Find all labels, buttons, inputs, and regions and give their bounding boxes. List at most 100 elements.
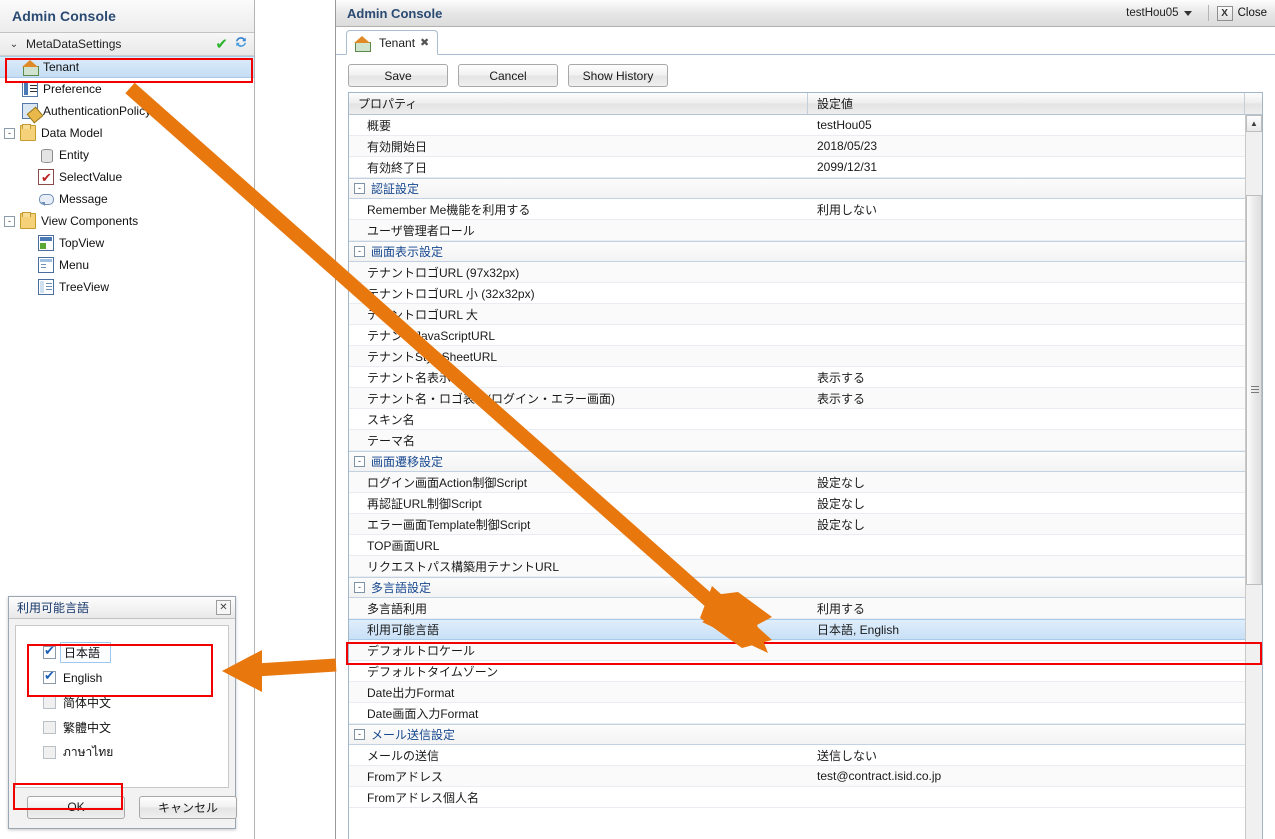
group-collapse-icon[interactable]: -: [354, 729, 365, 740]
grid-row[interactable]: Fromアドレス個人名: [349, 787, 1262, 808]
toolbar: Save Cancel Show History: [336, 55, 1275, 95]
sidebar-item-entity[interactable]: Entity: [0, 144, 254, 166]
show-history-button[interactable]: Show History: [568, 64, 668, 87]
tab-close-icon[interactable]: ✖: [420, 36, 429, 49]
grid-row[interactable]: リクエストパス構築用テナントURL: [349, 556, 1262, 577]
group-collapse-icon[interactable]: -: [354, 183, 365, 194]
sidebar-item-menu[interactable]: Menu: [0, 254, 254, 276]
grid-cell-property: テナント名表示: [367, 370, 452, 385]
grid-cell-property: デフォルトタイムゾーン: [367, 664, 499, 679]
sidebar-item-selectvalue[interactable]: SelectValue: [0, 166, 254, 189]
language-option[interactable]: ภาษาไทย: [16, 740, 228, 765]
grid-row[interactable]: テナントロゴURL 大: [349, 304, 1262, 325]
grid-row[interactable]: テナント名表示 表示する: [349, 367, 1262, 388]
grid-row[interactable]: Date画面入力Format: [349, 703, 1262, 724]
scrollbar-thumb[interactable]: [1246, 195, 1262, 585]
sidebar-item-tenant[interactable]: Tenant: [0, 56, 254, 78]
grid-cell-property: エラー画面Template制御Script: [367, 517, 531, 532]
grid-row[interactable]: テーマ名: [349, 430, 1262, 451]
checkbox-unchecked-icon[interactable]: [43, 746, 56, 759]
grid-cell-property: メールの送信: [367, 748, 440, 763]
grid-row[interactable]: ログイン画面Action制御Script 設定なし: [349, 472, 1262, 493]
grid-cell-value: 利用しない: [817, 202, 878, 217]
grid-row[interactable]: 有効終了日 2099/12/31: [349, 157, 1262, 178]
sidebar-item-treeview[interactable]: TreeView: [0, 276, 254, 298]
tab-label: Tenant: [379, 35, 416, 50]
screenshot-root: Admin Console ⌄ MetaDataSettings ✔ Tenan…: [0, 0, 1275, 839]
tree-expander-icon[interactable]: -: [4, 215, 15, 227]
page-title: Admin Console: [347, 5, 443, 21]
grid-row[interactable]: Remember Me機能を利用する 利用しない: [349, 199, 1262, 220]
checkbox-unchecked-icon[interactable]: [43, 721, 56, 734]
grid-row[interactable]: 有効開始日 2018/05/23: [349, 136, 1262, 157]
save-button[interactable]: Save: [348, 64, 448, 87]
grid-row[interactable]: テナント名・ロゴ表示(ログイン・エラー画面) 表示する: [349, 388, 1262, 409]
dialog-footer: OK キャンセル: [9, 792, 237, 822]
grid-row[interactable]: Date出力Format: [349, 682, 1262, 703]
column-header-property[interactable]: プロパティ: [349, 93, 808, 114]
scroll-up-arrow-icon[interactable]: ▲: [1246, 115, 1262, 132]
grid-group-row[interactable]: - 認証設定: [349, 178, 1262, 199]
cancel-button[interactable]: Cancel: [458, 64, 558, 87]
language-option[interactable]: 日本語: [16, 640, 228, 665]
grid-cell-property: 再認証URL制御Script: [367, 496, 482, 511]
grid-row[interactable]: 利用可能言語 日本語, English: [349, 619, 1262, 640]
grid-cell-property: Date画面入力Format: [367, 706, 479, 721]
sidebar-item-message[interactable]: Message: [0, 188, 254, 210]
grid-group-row[interactable]: - メール送信設定: [349, 724, 1262, 745]
grid-row[interactable]: スキン名: [349, 409, 1262, 430]
grid-row[interactable]: 多言語利用 利用する: [349, 598, 1262, 619]
cancel-button[interactable]: キャンセル: [139, 795, 237, 819]
sidebar-item-label: Entity: [59, 148, 90, 162]
grid-row[interactable]: ユーザ管理者ロール: [349, 220, 1262, 241]
grid-group-label: 画面遷移設定: [371, 455, 444, 469]
sidebar-item-topview[interactable]: TopView: [0, 232, 254, 254]
column-header-value[interactable]: 設定値: [808, 93, 1245, 114]
sidebar-item-label: Preference: [43, 82, 102, 96]
grid-row[interactable]: テナントJavaScriptURL: [349, 325, 1262, 346]
language-option[interactable]: 简体中文: [16, 690, 228, 715]
group-collapse-icon[interactable]: -: [354, 246, 365, 257]
grid-row[interactable]: テナントロゴURL 小 (32x32px): [349, 283, 1262, 304]
sidebar-item-preference[interactable]: Preference: [0, 78, 254, 100]
select-value-icon: [38, 167, 54, 189]
grid-group-row[interactable]: - 多言語設定: [349, 577, 1262, 598]
grid-cell-property: TOP画面URL: [367, 538, 440, 553]
grid-header-row: プロパティ 設定値: [349, 93, 1262, 115]
close-icon[interactable]: ✕: [216, 600, 231, 615]
tree-expander-icon[interactable]: -: [4, 127, 15, 139]
grid-row[interactable]: Fromアドレス test@contract.isid.co.jp: [349, 766, 1262, 787]
checkbox-unchecked-icon[interactable]: [43, 696, 56, 709]
grid-row[interactable]: デフォルトロケール: [349, 640, 1262, 661]
language-option[interactable]: English: [16, 665, 228, 690]
refresh-icon[interactable]: [234, 33, 248, 56]
grid-row[interactable]: TOP画面URL: [349, 535, 1262, 556]
sidebar-item-data-model[interactable]: - Data Model: [0, 122, 254, 144]
checkbox-checked-icon[interactable]: [43, 668, 56, 684]
group-collapse-icon[interactable]: -: [354, 456, 365, 467]
close-button-label: Close: [1237, 7, 1267, 19]
grid-row[interactable]: 概要 testHou05: [349, 115, 1262, 136]
grid-vertical-scrollbar[interactable]: ▲: [1245, 115, 1262, 839]
group-collapse-icon[interactable]: -: [354, 582, 365, 593]
grid-row[interactable]: メールの送信 送信しない: [349, 745, 1262, 766]
grid-group-row[interactable]: - 画面表示設定: [349, 241, 1262, 262]
ok-button[interactable]: OK: [27, 795, 125, 819]
language-option[interactable]: 繁體中文: [16, 715, 228, 740]
sidebar-group-metadatasettings[interactable]: ⌄ MetaDataSettings ✔: [0, 33, 254, 56]
grid-group-row[interactable]: - 画面遷移設定: [349, 451, 1262, 472]
grid-row[interactable]: エラー画面Template制御Script 設定なし: [349, 514, 1262, 535]
grid-row[interactable]: デフォルトタイムゾーン: [349, 661, 1262, 682]
sidebar-item-authenticationpolicy[interactable]: AuthenticationPolicy: [0, 100, 254, 122]
main-header: Admin Console testHou05 X Close: [336, 0, 1275, 27]
grid-row[interactable]: テナントStyleSheetURL: [349, 346, 1262, 367]
grid-row[interactable]: 再認証URL制御Script 設定なし: [349, 493, 1262, 514]
checkbox-checked-icon[interactable]: [43, 643, 56, 659]
close-button[interactable]: X Close: [1216, 5, 1267, 21]
sidebar-item-view-components[interactable]: - View Components: [0, 210, 254, 232]
user-menu[interactable]: testHou05: [1126, 7, 1199, 19]
language-option-label: English: [63, 670, 103, 685]
language-option-list: 日本語 English 简体中文繁體中文 ภาษาไทย: [15, 625, 229, 788]
grid-row[interactable]: テナントロゴURL (97x32px): [349, 262, 1262, 283]
tab-tenant[interactable]: Tenant ✖: [346, 30, 439, 55]
